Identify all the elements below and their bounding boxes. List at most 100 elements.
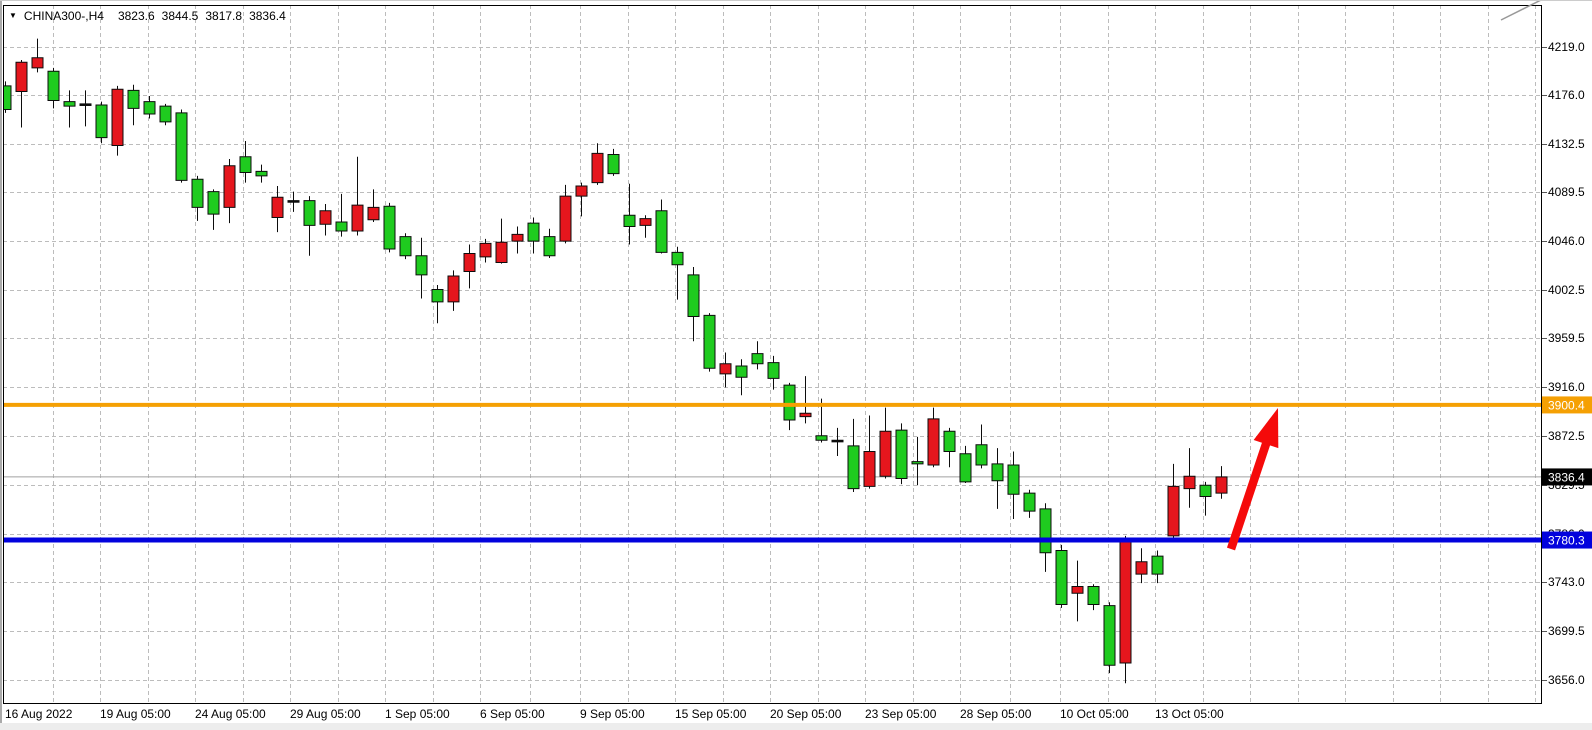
candle-body xyxy=(352,205,363,231)
candle-body xyxy=(448,276,459,302)
candle-body xyxy=(544,237,555,256)
high-value: 3844.5 xyxy=(162,9,199,23)
x-axis-label: 29 Aug 05:00 xyxy=(290,707,361,721)
candle-body xyxy=(944,431,955,451)
support-badge: 3780.3 xyxy=(1542,532,1592,549)
candle-body xyxy=(1120,540,1131,663)
candle-body xyxy=(608,155,619,174)
candle-body xyxy=(256,171,267,176)
candle-body xyxy=(128,90,139,108)
candle-body xyxy=(896,430,907,478)
candle-body xyxy=(880,431,891,476)
x-axis-label: 10 Oct 05:00 xyxy=(1060,707,1129,721)
y-axis-label: 4132.5 xyxy=(1548,137,1585,151)
candle-body xyxy=(784,385,795,420)
candle-body xyxy=(688,275,699,317)
candle-body xyxy=(32,58,43,68)
resistance-badge-label: 3900.4 xyxy=(1548,398,1585,412)
support-badge-label: 3780.3 xyxy=(1548,534,1585,548)
candle-body xyxy=(1168,486,1179,536)
candle-body xyxy=(16,62,27,91)
candle-body xyxy=(720,364,731,374)
chart-header: ▼ CHINA300-,H4 3823.6 3844.5 3817.8 3836… xyxy=(9,8,293,24)
candle-body xyxy=(1040,509,1051,553)
candle-body xyxy=(1216,477,1227,493)
y-axis-label: 4219.0 xyxy=(1548,40,1585,54)
candle-body xyxy=(1072,587,1083,594)
candle-body xyxy=(160,106,171,122)
candle-body xyxy=(192,179,203,207)
candle-body xyxy=(1024,493,1035,511)
candle-body xyxy=(1088,587,1099,605)
candle-body xyxy=(848,446,859,489)
window-top-edge xyxy=(0,0,1592,1)
x-axis-label: 24 Aug 05:00 xyxy=(195,707,266,721)
candle-body xyxy=(992,464,1003,481)
candle-body xyxy=(304,201,315,226)
mt4-chart-window: 4219.04176.04132.54089.54046.04002.53959… xyxy=(0,0,1592,730)
candle-body xyxy=(656,211,667,253)
y-axis-label: 4176.0 xyxy=(1548,88,1585,102)
resistance-badge: 3900.4 xyxy=(1542,396,1592,413)
candle-body xyxy=(704,315,715,368)
y-axis-label: 4046.0 xyxy=(1548,234,1585,248)
candle-body xyxy=(400,237,411,256)
candle-body xyxy=(560,196,571,241)
current-price-badge-label: 3836.4 xyxy=(1548,470,1585,484)
candle-body xyxy=(816,436,827,441)
candle-body xyxy=(368,207,379,219)
candle-body xyxy=(208,192,219,215)
x-axis-label: 16 Aug 2022 xyxy=(5,707,73,721)
candle-body xyxy=(976,445,987,465)
candle-body xyxy=(48,71,59,100)
candle-body xyxy=(928,419,939,465)
candle-body xyxy=(640,219,651,226)
candle-body xyxy=(144,102,155,114)
candle-body xyxy=(432,290,443,302)
candle-body xyxy=(960,454,971,482)
x-axis-label: 20 Sep 05:00 xyxy=(770,707,842,721)
y-axis-label: 4002.5 xyxy=(1548,283,1585,297)
candle-body xyxy=(384,206,395,249)
candle-body xyxy=(912,462,923,464)
candle-body xyxy=(576,186,587,196)
price-chart-canvas[interactable]: 4219.04176.04132.54089.54046.04002.53959… xyxy=(0,0,1592,730)
y-axis-label: 3959.5 xyxy=(1548,331,1585,345)
symbol-dropdown-icon[interactable]: ▼ xyxy=(9,12,17,20)
close-value: 3836.4 xyxy=(249,9,286,23)
candle-body xyxy=(64,102,75,107)
candle-body xyxy=(1104,606,1115,666)
candle-body xyxy=(1136,562,1147,574)
candle-body xyxy=(96,105,107,138)
candle-body xyxy=(800,413,811,416)
candle-body xyxy=(624,215,635,226)
window-bottom-strip xyxy=(0,723,1592,730)
y-axis-label: 3656.0 xyxy=(1548,673,1585,687)
x-axis-label: 15 Sep 05:00 xyxy=(675,707,747,721)
candle-body xyxy=(768,363,779,379)
candle-body xyxy=(176,113,187,181)
y-axis-label: 3872.5 xyxy=(1548,429,1585,443)
candle-body xyxy=(528,223,539,241)
candle-body xyxy=(272,197,283,217)
window-left-edge xyxy=(0,0,2,730)
candle-body xyxy=(464,254,475,272)
candle-body xyxy=(1184,476,1195,488)
x-axis-label: 23 Sep 05:00 xyxy=(865,707,937,721)
candle-body xyxy=(864,452,875,487)
candle-body xyxy=(736,366,747,377)
low-value: 3817.8 xyxy=(205,9,242,23)
candle-body xyxy=(240,157,251,173)
candle-body xyxy=(832,440,843,442)
candle-body xyxy=(320,211,331,225)
x-axis-label: 28 Sep 05:00 xyxy=(960,707,1032,721)
y-axis-label: 3699.5 xyxy=(1548,624,1585,638)
y-axis-label: 3916.0 xyxy=(1548,380,1585,394)
candle-body xyxy=(288,201,299,203)
x-axis-label: 9 Sep 05:00 xyxy=(580,707,645,721)
chart-background xyxy=(0,0,1592,730)
candle-body xyxy=(224,166,235,208)
current-price-badge: 3836.4 xyxy=(1542,468,1592,485)
candle-body xyxy=(480,243,491,257)
candle-body xyxy=(80,104,91,106)
